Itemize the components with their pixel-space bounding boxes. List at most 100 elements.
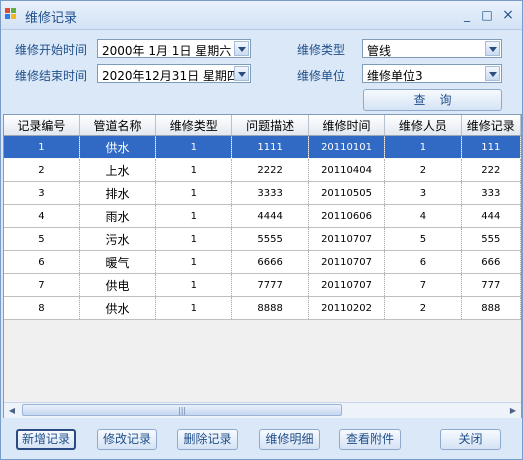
table-row[interactable]: 2 上水 1 2222 20110404 2 222: [4, 158, 521, 182]
table-row[interactable]: 8 供水 1 8888 20110202 2 888: [4, 296, 521, 320]
edit-record-button[interactable]: 修改记录: [97, 429, 157, 450]
column-header[interactable]: 问题描述: [231, 115, 309, 136]
repair-detail-button[interactable]: 维修明细: [259, 429, 320, 450]
maximize-icon[interactable]: □: [480, 9, 494, 21]
table-cell[interactable]: 供电: [79, 273, 157, 297]
table-cell[interactable]: 666: [461, 250, 521, 274]
query-button[interactable]: 查询: [363, 89, 502, 111]
table-cell[interactable]: 1111: [231, 135, 309, 159]
table-cell[interactable]: 6: [384, 250, 462, 274]
table-cell[interactable]: 20110505: [308, 181, 386, 205]
horizontal-scrollbar[interactable]: ◀ ||| ▶: [4, 402, 521, 418]
column-header[interactable]: 维修记录: [461, 115, 521, 136]
minimize-icon[interactable]: _: [460, 9, 474, 21]
records-grid[interactable]: 记录编号 管道名称 维修类型 问题描述 维修时间 维修人员 维修记录 1 供水 1 1…: [3, 114, 522, 418]
table-cell[interactable]: 444: [461, 204, 521, 228]
table-cell[interactable]: 5: [384, 227, 462, 251]
repair-type-label: 维修类型: [297, 43, 346, 57]
table-cell[interactable]: 4: [4, 204, 80, 228]
window-title: 维修记录: [25, 11, 78, 26]
chevron-down-icon[interactable]: [485, 66, 500, 81]
chevron-down-icon[interactable]: [234, 41, 249, 56]
table-cell[interactable]: 供水: [79, 135, 157, 159]
repair-type-select[interactable]: 管线: [362, 39, 502, 58]
close-icon[interactable]: ×: [501, 8, 515, 22]
end-date-value: 2020年12月31日 星期四: [102, 69, 239, 83]
table-cell[interactable]: 6666: [231, 250, 309, 274]
table-cell[interactable]: 5: [4, 227, 80, 251]
table-cell[interactable]: 333: [461, 181, 521, 205]
table-cell[interactable]: 1: [155, 250, 233, 274]
start-date-picker[interactable]: 2000年 1月 1日 星期六: [97, 39, 251, 58]
table-cell[interactable]: 污水: [79, 227, 157, 251]
table-cell[interactable]: 1: [155, 273, 233, 297]
repair-unit-select[interactable]: 维修单位3: [362, 64, 502, 83]
table-row[interactable]: 5 污水 1 5555 20110707 5 555: [4, 227, 521, 251]
table-cell[interactable]: 8888: [231, 296, 309, 320]
table-cell[interactable]: 20110202: [308, 296, 386, 320]
table-cell[interactable]: 7: [4, 273, 80, 297]
scrollbar-thumb[interactable]: |||: [22, 404, 342, 416]
table-cell[interactable]: 7: [384, 273, 462, 297]
start-date-value: 2000年 1月 1日 星期六: [102, 44, 232, 58]
chevron-down-icon[interactable]: [234, 66, 249, 81]
table-cell[interactable]: 5555: [231, 227, 309, 251]
table-cell[interactable]: 2: [384, 296, 462, 320]
table-cell[interactable]: 3333: [231, 181, 309, 205]
table-cell[interactable]: 3: [384, 181, 462, 205]
table-cell[interactable]: 6: [4, 250, 80, 274]
table-cell[interactable]: 1: [155, 135, 233, 159]
table-cell[interactable]: 排水: [79, 181, 157, 205]
table-cell[interactable]: 1: [155, 158, 233, 182]
table-cell[interactable]: 2222: [231, 158, 309, 182]
arrow-left-icon[interactable]: ◀: [5, 404, 19, 417]
column-header[interactable]: 记录编号: [4, 115, 80, 136]
table-cell[interactable]: 555: [461, 227, 521, 251]
table-row[interactable]: 3 排水 1 3333 20110505 3 333: [4, 181, 521, 205]
table-cell[interactable]: 供水: [79, 296, 157, 320]
table-cell[interactable]: 1: [155, 204, 233, 228]
column-header[interactable]: 维修人员: [384, 115, 462, 136]
table-cell[interactable]: 1: [384, 135, 462, 159]
table-cell[interactable]: 222: [461, 158, 521, 182]
table-cell[interactable]: 888: [461, 296, 521, 320]
table-cell[interactable]: 2: [384, 158, 462, 182]
table-cell[interactable]: 20110707: [308, 273, 386, 297]
table-cell[interactable]: 777: [461, 273, 521, 297]
repair-unit-value: 维修单位3: [367, 69, 423, 83]
table-cell[interactable]: 暖气: [79, 250, 157, 274]
table-cell[interactable]: 7777: [231, 273, 309, 297]
title-bar: 维修记录 _ □ ×: [1, 1, 522, 30]
table-cell[interactable]: 1: [155, 227, 233, 251]
column-header[interactable]: 维修类型: [155, 115, 233, 136]
column-header[interactable]: 维修时间: [308, 115, 386, 136]
table-cell[interactable]: 20110707: [308, 227, 386, 251]
table-cell[interactable]: 3: [4, 181, 80, 205]
add-record-button[interactable]: 新增记录: [16, 429, 76, 450]
table-cell[interactable]: 2: [4, 158, 80, 182]
table-cell[interactable]: 8: [4, 296, 80, 320]
table-cell[interactable]: 上水: [79, 158, 157, 182]
arrow-right-icon[interactable]: ▶: [506, 404, 520, 417]
end-date-picker[interactable]: 2020年12月31日 星期四: [97, 64, 251, 83]
table-row[interactable]: 4 雨水 1 4444 20110606 4 444: [4, 204, 521, 228]
table-cell[interactable]: 20110404: [308, 158, 386, 182]
table-cell[interactable]: 20110101: [308, 135, 386, 159]
chevron-down-icon[interactable]: [485, 41, 500, 56]
table-row[interactable]: 7 供电 1 7777 20110707 7 777: [4, 273, 521, 297]
column-header[interactable]: 管道名称: [79, 115, 157, 136]
close-button[interactable]: 关闭: [440, 429, 501, 450]
table-row[interactable]: 6 暖气 1 6666 20110707 6 666: [4, 250, 521, 274]
table-cell[interactable]: 1: [155, 296, 233, 320]
table-cell[interactable]: 1: [4, 135, 80, 159]
table-cell[interactable]: 雨水: [79, 204, 157, 228]
view-attachments-button[interactable]: 查看附件: [339, 429, 401, 450]
table-cell[interactable]: 20110606: [308, 204, 386, 228]
delete-record-button[interactable]: 删除记录: [177, 429, 238, 450]
table-cell[interactable]: 4: [384, 204, 462, 228]
table-row[interactable]: 1 供水 1 1111 20110101 1 111: [4, 135, 521, 159]
table-cell[interactable]: 4444: [231, 204, 309, 228]
table-cell[interactable]: 20110707: [308, 250, 386, 274]
table-cell[interactable]: 1: [155, 181, 233, 205]
table-cell[interactable]: 111: [461, 135, 521, 159]
